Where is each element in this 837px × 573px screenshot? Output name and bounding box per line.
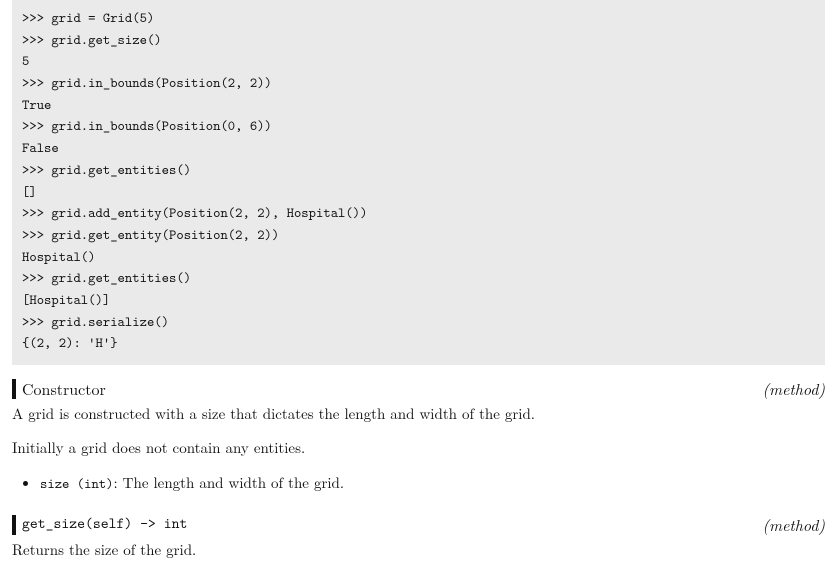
heading-row-get-size: get_size(self) -> int (method) [12, 513, 825, 536]
paragraph: Initially a grid does not contain any en… [12, 438, 825, 458]
param-signature: size (int) [40, 475, 114, 493]
example-code-block: >>> grid = Grid(5) >>> grid.get_size() 5… [12, 0, 825, 365]
heading-bar-icon [12, 379, 16, 399]
param-colon: : [114, 472, 123, 493]
page: >>> grid = Grid(5) >>> grid.get_size() 5… [0, 0, 837, 573]
heading-tag: (method) [762, 377, 825, 400]
heading-bar-icon [12, 515, 16, 535]
param-list: size (int): The length and width of the … [12, 473, 825, 494]
param-item: size (int): The length and width of the … [40, 473, 825, 494]
heading-tag: (method) [762, 513, 825, 536]
paragraph: A grid is constructed with a size that d… [12, 404, 825, 424]
param-description: The length and width of the grid. [123, 472, 344, 493]
heading-left: Constructor [12, 377, 106, 400]
heading-title-constructor: Constructor [22, 377, 106, 400]
paragraph: Returns the size of the grid. [12, 540, 825, 560]
heading-row-constructor: Constructor (method) [12, 377, 825, 400]
heading-title-get-size: get_size(self) -> int [22, 513, 187, 533]
heading-left: get_size(self) -> int [12, 513, 187, 535]
